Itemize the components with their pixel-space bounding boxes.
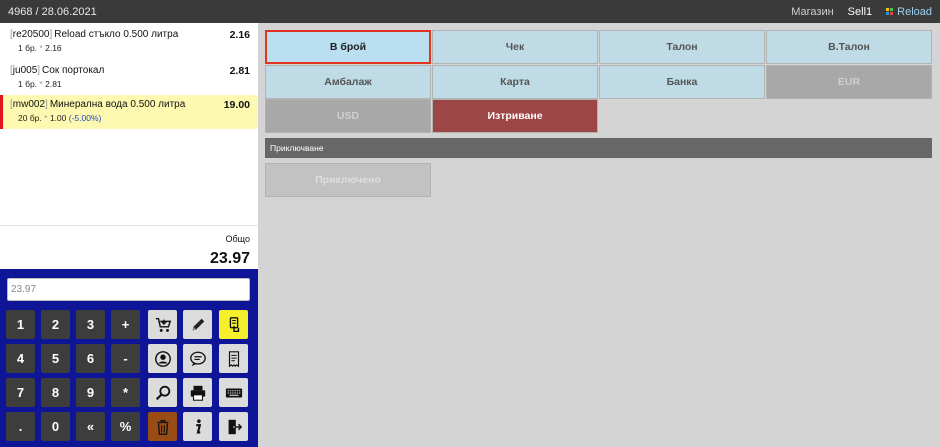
info-icon [195,418,201,433]
item-price: 2.81 [229,65,250,77]
card-hand-icon [229,316,239,332]
printer-icon [190,385,205,401]
search-icon [155,385,170,400]
item-code: mw002 [12,99,46,110]
exit-button[interactable] [219,412,248,441]
key-5[interactable]: 5 [41,344,70,373]
cart-add-button[interactable] [148,310,177,339]
key-backspace[interactable]: « [76,412,105,441]
key-3[interactable]: 3 [76,310,105,339]
item-qty: 1 бр. [18,79,38,89]
sell-link[interactable]: Sell1 [848,6,872,18]
key-dot[interactable]: . [6,412,35,441]
reload-label: Reload [897,5,932,18]
totals: Общо 23.97 [0,225,258,269]
total-value: 23.97 [209,250,250,267]
item-code: re20500 [12,29,50,40]
key-minus[interactable]: - [111,344,140,373]
key-percent[interactable]: % [111,412,140,441]
customer-button[interactable] [148,344,177,373]
total-label: Общо [225,234,250,244]
amount-input[interactable] [7,278,250,301]
keyboard-icon [225,388,242,397]
key-4[interactable]: 4 [6,344,35,373]
item-unit-price: 2.16 [45,43,62,53]
keyboard-button[interactable] [219,378,248,407]
item-price: 19.00 [223,99,250,111]
user-circle-icon [154,350,171,367]
trash-icon [157,419,168,435]
key-2[interactable]: 2 [41,310,70,339]
usd-button[interactable]: USD [265,99,431,133]
item-qty: 20 бр. [18,113,42,123]
reload-logo-icon [886,7,894,16]
check-button[interactable]: Чек [432,30,598,64]
item-unit-price: 1.00 [49,113,67,123]
document-info: 4968 / 28.06.2021 [8,5,97,18]
top-bar: 4968 / 28.06.2021 Магазин Sell1 Reload [0,0,940,23]
delete-payment-button[interactable]: Изтриване [432,99,598,133]
receipt-button[interactable] [219,344,248,373]
pencil-icon [192,318,204,330]
list-item-selected[interactable]: [mw002] Минерална вода 0.500 литра 19.00… [0,95,258,129]
bank-button[interactable]: Банка [599,65,765,99]
store-link[interactable]: Магазин [791,6,833,18]
card-button[interactable]: Карта [432,65,598,99]
key-1[interactable]: 1 [6,310,35,339]
receipt-icon [228,350,239,367]
section-header-closing: Приключване [265,138,932,158]
card-reader-button[interactable] [219,310,248,339]
key-multiply[interactable]: * [111,378,140,407]
item-discount: (-5.00%) [68,113,102,123]
finish-button[interactable]: Приключено [265,163,431,197]
exit-door-icon [228,419,242,434]
key-0[interactable]: 0 [41,412,70,441]
key-plus[interactable]: + [111,310,140,339]
key-7[interactable]: 7 [6,378,35,407]
item-unit-price: 2.81 [45,79,62,89]
packaging-button[interactable]: Амбалаж [265,65,431,99]
info-button[interactable] [183,412,212,441]
key-6[interactable]: 6 [76,344,105,373]
key-9[interactable]: 9 [76,378,105,407]
speech-bubble-icon [189,351,206,366]
comment-button[interactable] [183,344,212,373]
list-item[interactable]: [re20500] Reload стъкло 0.500 литра 2.16… [0,25,258,57]
edit-button[interactable] [183,310,212,339]
key-8[interactable]: 8 [41,378,70,407]
item-price: 2.16 [229,29,250,41]
item-list: [re20500] Reload стъкло 0.500 литра 2.16… [0,23,258,225]
item-code: ju005 [12,65,38,76]
list-item[interactable]: [ju005] Сок портокал 2.81 1 бр. * 2.81 [0,61,258,93]
item-name: Reload стъкло 0.500 литра [54,29,179,40]
cart-add-icon [155,317,171,332]
coupon-button[interactable]: Талон [599,30,765,64]
item-name: Минерална вода 0.500 литра [49,99,186,110]
reload-link[interactable]: Reload [886,6,932,18]
delete-button[interactable] [148,412,177,441]
search-button[interactable] [148,378,177,407]
print-button[interactable] [183,378,212,407]
receipt-panel: [re20500] Reload стъкло 0.500 литра 2.16… [0,23,258,447]
item-qty: 1 бр. [18,43,38,53]
keypad: 1 2 3 + 4 5 6 - 7 8 9 * [0,269,258,447]
eur-button[interactable]: EUR [766,65,932,99]
voucher-button[interactable]: В.Талон [766,30,932,64]
item-name: Сок портокал [42,65,105,76]
cash-button[interactable]: В брой [265,30,431,64]
